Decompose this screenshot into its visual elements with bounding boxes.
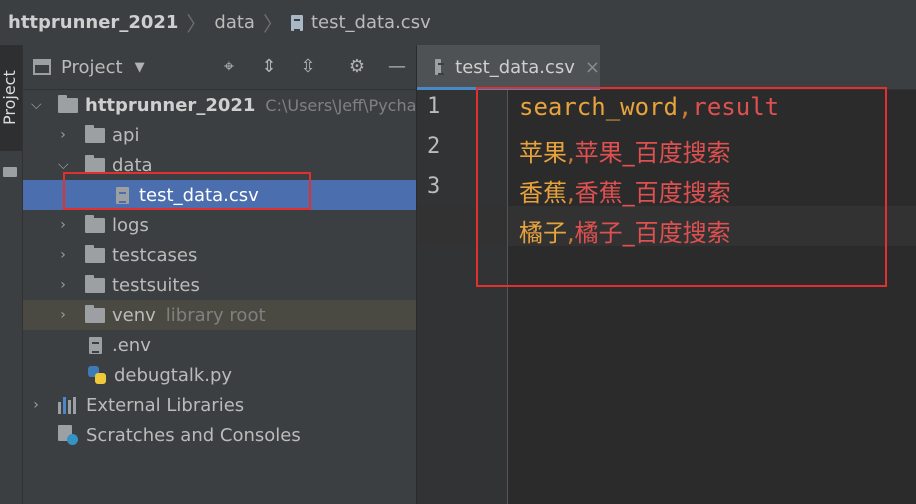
tree-item-label: Scratches and Consoles <box>86 424 301 446</box>
project-view-selector[interactable]: Project ▼ <box>33 57 145 78</box>
line-number: 1 <box>427 94 441 119</box>
tree-row-venv[interactable]: › venv library root <box>23 300 416 330</box>
csv-file-icon <box>435 59 445 75</box>
tree-item-label: logs <box>112 214 149 236</box>
csv-file-icon <box>290 14 303 31</box>
chevron-right-icon[interactable]: › <box>31 397 41 413</box>
minimize-icon[interactable]: — <box>385 55 409 79</box>
chevron-right-icon: 〉 <box>262 12 283 36</box>
python-file-icon <box>88 366 106 384</box>
folder-icon <box>85 124 105 143</box>
tree-item-label: testsuites <box>112 274 200 296</box>
chevron-right-icon[interactable]: › <box>58 217 68 233</box>
chevron-right-icon: 〉 <box>186 12 207 36</box>
tree-item-label: .env <box>112 334 151 356</box>
tree-row-debugtalk[interactable]: debugtalk.py <box>23 360 416 390</box>
editor-tab-label: test_data.csv <box>455 56 575 78</box>
folder-icon <box>85 214 105 233</box>
gear-icon[interactable]: ⚙ <box>345 55 369 79</box>
project-tool-tab[interactable]: Project <box>0 45 22 151</box>
tree-row-logs[interactable]: › logs <box>23 210 416 240</box>
folder-icon[interactable] <box>3 167 17 177</box>
root-folder-path: C:\Users\Jeff\Pycharm <box>265 95 439 115</box>
chevron-down-icon: ▼ <box>134 59 145 75</box>
project-tool-tab-label: Project <box>0 70 19 125</box>
left-tool-strip: Project <box>0 45 23 504</box>
highlight-box <box>63 172 311 210</box>
editor-tab-bar: test_data.csv × <box>417 45 916 90</box>
folder-icon <box>85 154 105 173</box>
tree-item-label: External Libraries <box>86 394 245 416</box>
chevron-down-icon[interactable]: ⌵ <box>58 157 69 173</box>
chevron-down-icon[interactable]: ⌵ <box>31 97 42 113</box>
tree-row-testsuites[interactable]: › testsuites <box>23 270 416 300</box>
scratches-icon <box>58 425 78 445</box>
chevron-right-icon[interactable]: › <box>58 307 68 323</box>
project-panel-header: Project ▼ ⌖ ⇕ ⇳ ⚙ — <box>23 45 416 90</box>
target-icon[interactable]: ⌖ <box>217 55 241 79</box>
chevron-right-icon[interactable]: › <box>58 247 68 263</box>
tree-row-api[interactable]: › api <box>23 120 416 150</box>
tree-item-label: debugtalk.py <box>114 364 233 386</box>
tree-row-testcases[interactable]: › testcases <box>23 240 416 270</box>
root-folder-name: httprunner_2021 <box>85 94 256 116</box>
project-window-icon <box>33 59 51 75</box>
tree-row-env[interactable]: .env <box>23 330 416 360</box>
editor-pane: test_data.csv × 1 2 3 4 search_word,resu… <box>417 45 916 504</box>
line-number: 2 <box>427 134 441 159</box>
folder-icon <box>85 304 105 323</box>
tree-row-scratches[interactable]: Scratches and Consoles <box>23 420 416 450</box>
tree-row-external-libraries[interactable]: › External Libraries <box>23 390 416 420</box>
breadcrumb-folder[interactable]: data <box>214 12 255 33</box>
folder-icon <box>85 274 105 293</box>
breadcrumb-project[interactable]: httprunner_2021 <box>8 12 178 33</box>
expand-all-icon[interactable]: ⇕ <box>257 55 281 79</box>
breadcrumb-file[interactable]: test_data.csv <box>290 12 431 33</box>
tree-item-label: venv <box>112 304 156 326</box>
line-number: 3 <box>427 174 441 199</box>
library-root-hint: library root <box>165 304 266 326</box>
text-file-icon <box>89 336 102 354</box>
navigation-bar: httprunner_2021 〉 data 〉 test_data.csv <box>0 0 916 46</box>
collapse-all-icon[interactable]: ⇳ <box>296 55 320 79</box>
tree-row-root[interactable]: ⌵ httprunner_2021 C:\Users\Jeff\Pycharm <box>23 90 438 120</box>
project-panel-title: Project <box>61 56 123 78</box>
chevron-right-icon[interactable]: › <box>58 127 68 143</box>
folder-icon <box>85 244 105 263</box>
editor-tab-test-data-csv[interactable]: test_data.csv × <box>417 45 600 90</box>
breadcrumb-file-label: test_data.csv <box>310 12 431 33</box>
highlight-box <box>476 87 887 287</box>
close-icon[interactable]: × <box>585 57 600 78</box>
libraries-icon <box>58 396 80 414</box>
chevron-right-icon[interactable]: › <box>58 277 68 293</box>
tree-item-label: api <box>112 124 140 146</box>
project-panel: Project ▼ ⌖ ⇕ ⇳ ⚙ — ⌵ httprunner_2021 C:… <box>23 45 438 504</box>
tree-item-label: testcases <box>112 244 198 266</box>
folder-icon <box>58 94 78 113</box>
